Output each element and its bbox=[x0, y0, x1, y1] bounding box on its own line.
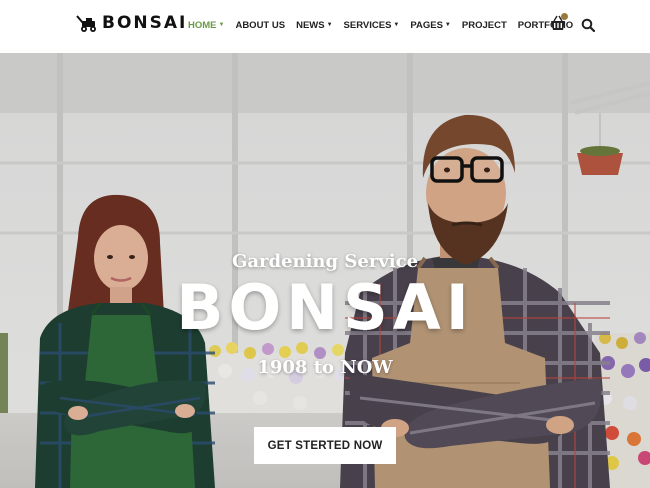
get-started-button[interactable]: GET STERTED NOW bbox=[254, 427, 396, 464]
main-nav: HOME ▼ ABOUT US NEWS ▼ SERVICES ▼ PAGES ▼ PROJECT… bbox=[188, 17, 573, 33]
nav-item-label: HOME bbox=[188, 19, 217, 31]
lawn-mower-icon bbox=[76, 15, 96, 32]
hero-years-text: 1908 to NOW bbox=[257, 357, 393, 378]
hero-title: BONSAI bbox=[176, 271, 474, 344]
nav-item-label: ABOUT US bbox=[235, 19, 286, 31]
chevron-down-icon: ▼ bbox=[444, 22, 451, 28]
brand-logo[interactable]: BONSAI bbox=[76, 12, 187, 34]
chevron-down-icon: ▼ bbox=[393, 22, 400, 28]
brand-name: BONSAI bbox=[102, 12, 188, 33]
site-header: BONSAI HOME ▼ ABOUT US NEWS ▼ SERVICES ▼ PAGES ▼… bbox=[0, 0, 650, 53]
nav-item-label: NEWS bbox=[296, 19, 325, 31]
hero-banner: Gardening Service BONSAI 1908 to NOW GET… bbox=[0, 53, 650, 488]
nav-item-label: PAGES bbox=[410, 19, 443, 31]
nav-item-services[interactable]: SERVICES ▼ bbox=[344, 20, 400, 31]
nav-item-home[interactable]: HOME ▼ bbox=[188, 20, 224, 31]
nav-item-project[interactable]: PROJECT bbox=[462, 20, 507, 31]
nav-item-about-us[interactable]: ABOUT US bbox=[235, 20, 285, 31]
chevron-down-icon: ▼ bbox=[218, 22, 225, 28]
nav-item-news[interactable]: NEWS ▼ bbox=[296, 20, 332, 31]
nav-item-label: SERVICES bbox=[343, 19, 392, 31]
nav-item-label: PROJECT bbox=[461, 19, 507, 31]
nav-item-pages[interactable]: PAGES ▼ bbox=[410, 20, 451, 31]
shopping-basket-icon[interactable] bbox=[550, 13, 568, 32]
chevron-down-icon: ▼ bbox=[326, 22, 333, 28]
hero-subtitle: Gardening Service bbox=[231, 251, 419, 272]
cart-count-badge bbox=[561, 13, 568, 20]
search-icon[interactable] bbox=[581, 18, 596, 33]
